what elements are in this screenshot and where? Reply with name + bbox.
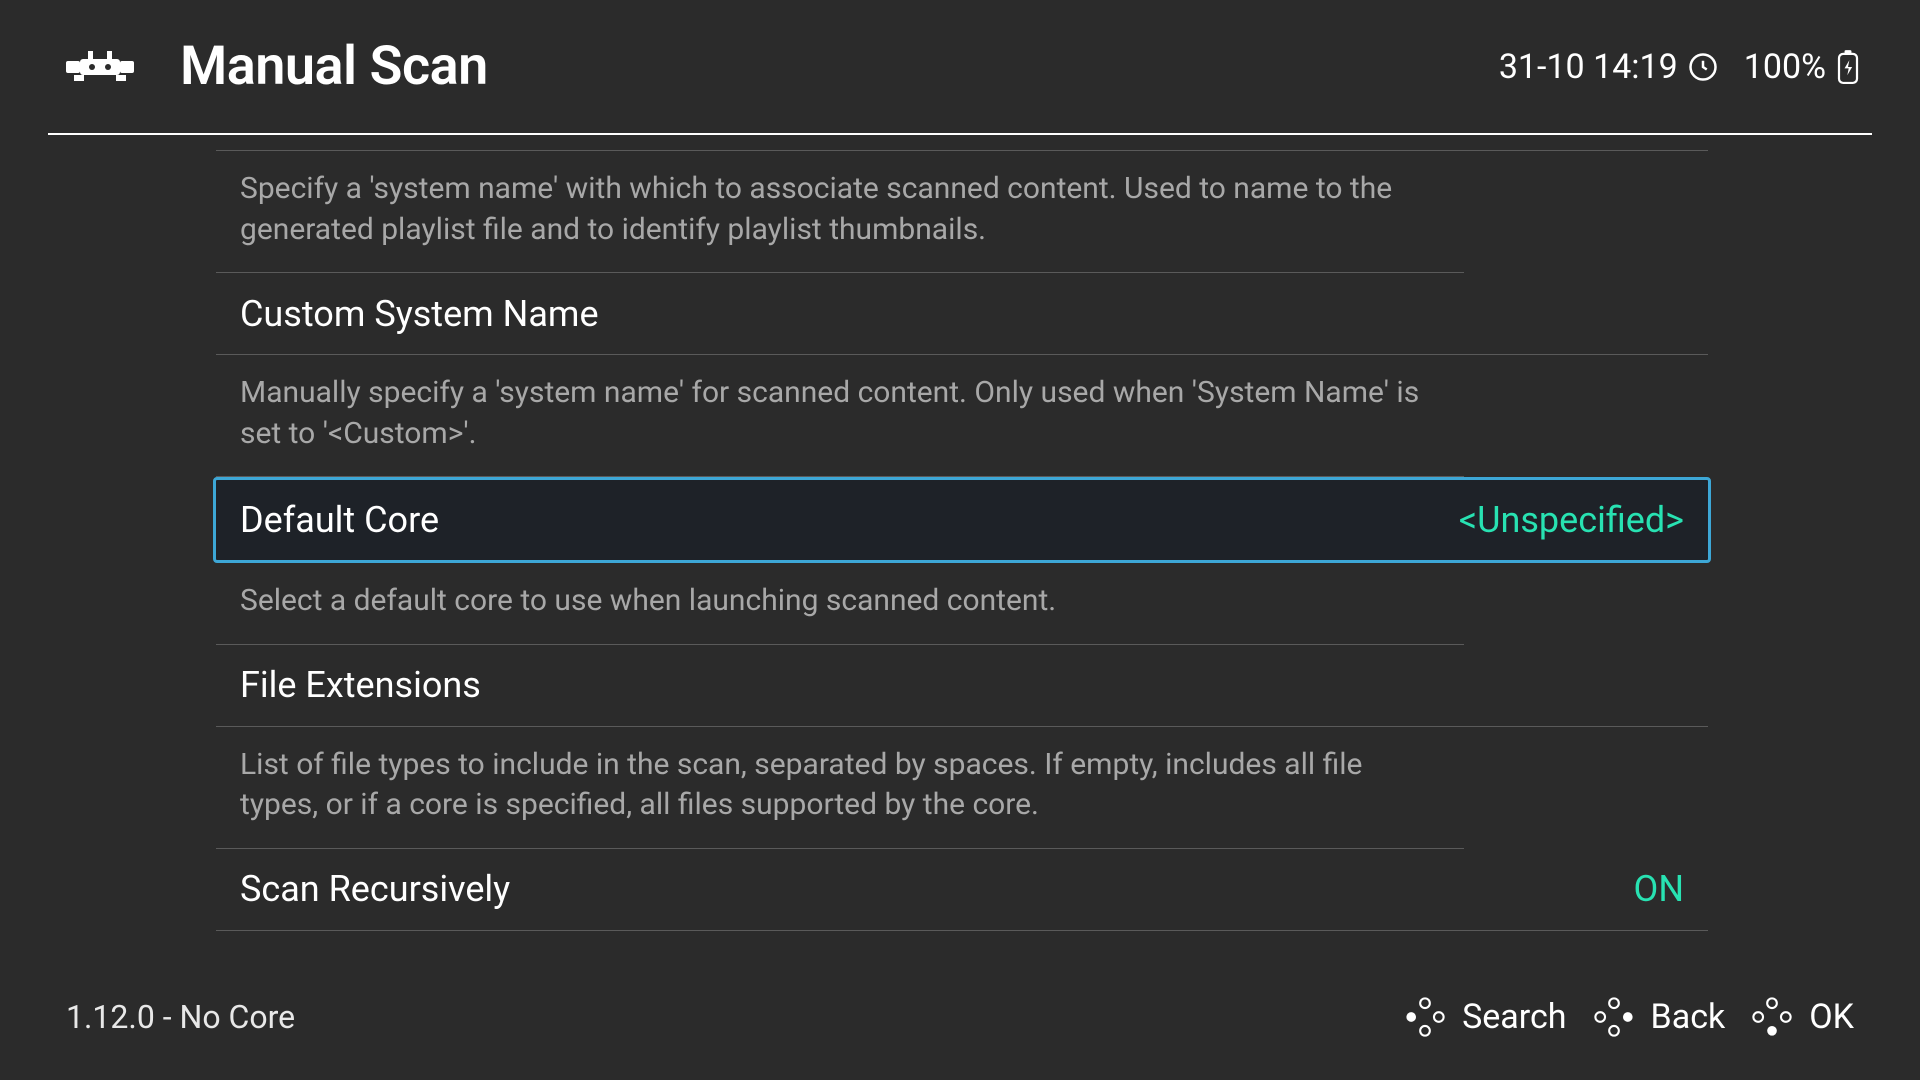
dpad-icon: [1402, 994, 1448, 1040]
hint-label: Back: [1651, 997, 1726, 1037]
setting-description: List of file types to include in the sca…: [216, 727, 1464, 849]
hint-label: Search: [1462, 997, 1566, 1037]
status-bar: 31-10 14:19 100%: [1499, 47, 1860, 87]
hint-back[interactable]: Back: [1591, 994, 1726, 1040]
battery-text: 100%: [1744, 47, 1826, 87]
dpad-icon: [1749, 994, 1795, 1040]
setting-label: Custom System Name: [240, 293, 599, 335]
hint-ok[interactable]: OK: [1749, 994, 1854, 1040]
settings-list: System Name <Content Directory> Specify …: [0, 133, 1920, 954]
setting-label: Default Core: [240, 499, 439, 541]
setting-system-name[interactable]: System Name <Content Directory> Specify …: [216, 133, 1708, 273]
datetime-text: 31-10 14:19: [1499, 47, 1678, 87]
version-text: 1.12.0 - No Core: [66, 998, 295, 1036]
setting-file-extensions[interactable]: File Extensions List of file types to in…: [216, 645, 1708, 849]
button-hints: Search Back OK: [1402, 994, 1854, 1040]
setting-description: Select a default core to use when launch…: [216, 563, 1464, 645]
setting-value: <Unspecified>: [1459, 499, 1684, 541]
setting-description: Manually specify a 'system name' for sca…: [216, 355, 1464, 477]
app-logo-icon: [60, 42, 140, 92]
setting-value: ON: [1634, 868, 1684, 910]
battery-charging-icon: [1836, 49, 1860, 85]
clock-icon: [1688, 52, 1718, 82]
dpad-icon: [1591, 994, 1637, 1040]
setting-description: Specify a 'system name' with which to as…: [216, 151, 1464, 273]
header: Manual Scan 31-10 14:19 100%: [0, 0, 1920, 133]
setting-label: File Extensions: [240, 664, 481, 706]
setting-description: When enabled, all subdirectories of the …: [216, 931, 1464, 955]
footer: 1.12.0 - No Core Search: [0, 954, 1920, 1080]
hint-label: OK: [1809, 997, 1854, 1037]
setting-custom-system-name[interactable]: Custom System Name Manually specify a 's…: [216, 273, 1708, 477]
setting-scan-recursively[interactable]: Scan Recursively ON When enabled, all su…: [216, 849, 1708, 955]
setting-label: Scan Recursively: [240, 868, 510, 910]
hint-search[interactable]: Search: [1402, 994, 1566, 1040]
setting-default-core[interactable]: Default Core <Unspecified> Select a defa…: [216, 477, 1708, 645]
page-title: Manual Scan: [180, 35, 488, 98]
